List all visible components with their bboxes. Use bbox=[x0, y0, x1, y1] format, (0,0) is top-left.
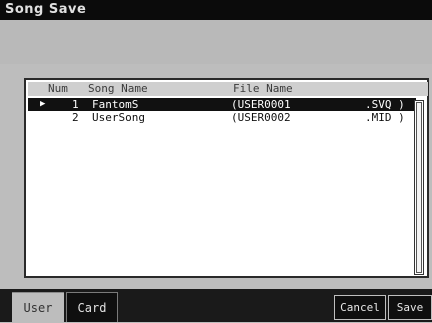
selection-arrow-icon: ▶ bbox=[40, 99, 46, 109]
column-header-num: Num bbox=[48, 82, 68, 95]
column-header-file-name: File Name bbox=[233, 82, 293, 95]
row-song-name: FantomS bbox=[92, 98, 139, 111]
row-file-name: (USER0001 bbox=[231, 98, 291, 111]
top-band bbox=[0, 20, 432, 64]
scrollbar-thumb[interactable] bbox=[416, 102, 422, 273]
tab-user[interactable]: User bbox=[12, 292, 64, 322]
list-scrollbar[interactable] bbox=[414, 100, 424, 275]
cancel-button[interactable]: Cancel bbox=[334, 295, 386, 320]
save-button[interactable]: Save bbox=[388, 295, 432, 320]
song-save-screen: Song Save Num Song Name File Name ▶ 1 Fa… bbox=[0, 0, 432, 322]
row-file-ext: .SVQ ) bbox=[365, 98, 405, 111]
row-file-ext: .MID ) bbox=[365, 111, 405, 124]
tab-card[interactable]: Card bbox=[66, 292, 118, 322]
column-header-song-name: Song Name bbox=[88, 82, 148, 95]
title-bar: Song Save bbox=[0, 0, 432, 20]
table-header: Num Song Name File Name bbox=[28, 82, 428, 96]
row-num: 2 bbox=[72, 111, 79, 124]
table-row[interactable]: 2 UserSong (USER0002 .MID ) bbox=[28, 111, 416, 124]
window-title: Song Save bbox=[5, 2, 87, 17]
table-row[interactable]: ▶ 1 FantomS (USER0001 .SVQ ) bbox=[28, 98, 416, 111]
row-song-name: UserSong bbox=[92, 111, 145, 124]
song-list-panel: Num Song Name File Name ▶ 1 FantomS (USE… bbox=[24, 78, 429, 278]
row-file-name: (USER0002 bbox=[231, 111, 291, 124]
row-num: 1 bbox=[72, 98, 79, 111]
